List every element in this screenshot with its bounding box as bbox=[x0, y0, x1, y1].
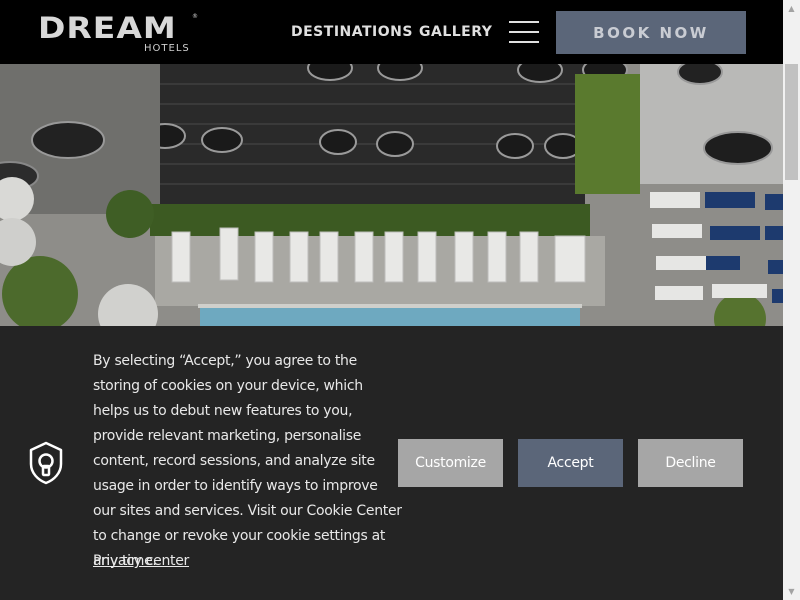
accept-button[interactable]: Accept bbox=[518, 439, 623, 487]
nav-gallery[interactable]: GALLERY bbox=[419, 24, 492, 40]
logo-subtitle: HOTELS bbox=[144, 43, 190, 54]
scrollbar-thumb[interactable] bbox=[785, 64, 798, 180]
site-header: DREAM ® HOTELS DESTINATIONS GALLERY BOOK… bbox=[0, 0, 783, 64]
privacy-center-link[interactable]: Privacy center bbox=[93, 549, 189, 574]
hamburger-menu-icon[interactable] bbox=[509, 21, 541, 45]
decline-button[interactable]: Decline bbox=[638, 439, 743, 487]
page-scrollbar[interactable]: ▲ ▼ bbox=[783, 0, 800, 600]
dream-hotels-logo[interactable]: DREAM ® HOTELS bbox=[38, 13, 198, 55]
customize-button[interactable]: Customize bbox=[398, 439, 503, 487]
shield-keyhole-icon bbox=[29, 441, 63, 485]
book-now-button[interactable]: BOOK NOW bbox=[556, 11, 746, 54]
logo-registered-mark: ® bbox=[192, 13, 198, 20]
cookie-consent-text: By selecting “Accept,” you agree to the … bbox=[93, 353, 402, 569]
logo-wordmark: DREAM bbox=[38, 10, 177, 46]
scroll-up-arrow-icon[interactable]: ▲ bbox=[783, 0, 800, 17]
scroll-down-arrow-icon[interactable]: ▼ bbox=[783, 583, 800, 600]
hero-image bbox=[0, 64, 783, 326]
nav-destinations[interactable]: DESTINATIONS bbox=[291, 24, 413, 40]
